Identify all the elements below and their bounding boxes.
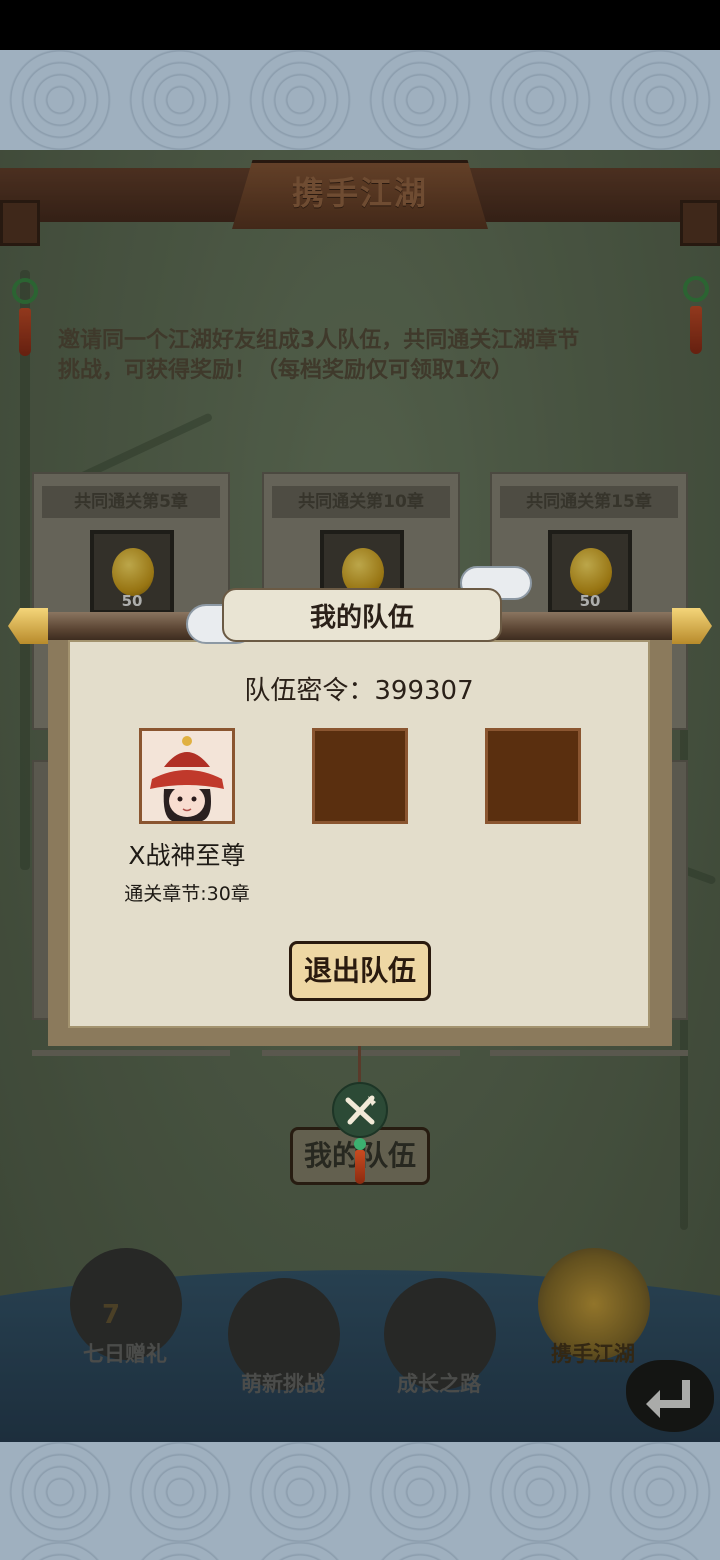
tassel-icon: [355, 1150, 365, 1184]
background-pattern-bottom: [0, 1442, 720, 1560]
close-button[interactable]: [332, 1082, 388, 1138]
team-password-label: 队伍密令：: [244, 676, 375, 706]
team-password: 队伍密令：399307: [68, 670, 650, 707]
avatar-portrait-icon: [142, 731, 232, 821]
close-icon: [345, 1095, 376, 1125]
ornament-string: [358, 1046, 361, 1086]
dialog-title: 我的队伍: [309, 603, 414, 633]
member-avatar[interactable]: [139, 728, 235, 824]
jade-bead-icon: [354, 1138, 366, 1150]
background-pattern-top: [0, 50, 720, 150]
member-chapter: 通关章节:30章: [124, 883, 250, 905]
member-name: X战神至尊: [128, 841, 246, 870]
status-bar: [0, 0, 720, 50]
leave-team-button[interactable]: 退出队伍: [289, 941, 431, 1001]
empty-member-slot[interactable]: [312, 728, 408, 824]
team-password-value: 399307: [374, 676, 474, 706]
empty-member-slot[interactable]: [485, 728, 581, 824]
